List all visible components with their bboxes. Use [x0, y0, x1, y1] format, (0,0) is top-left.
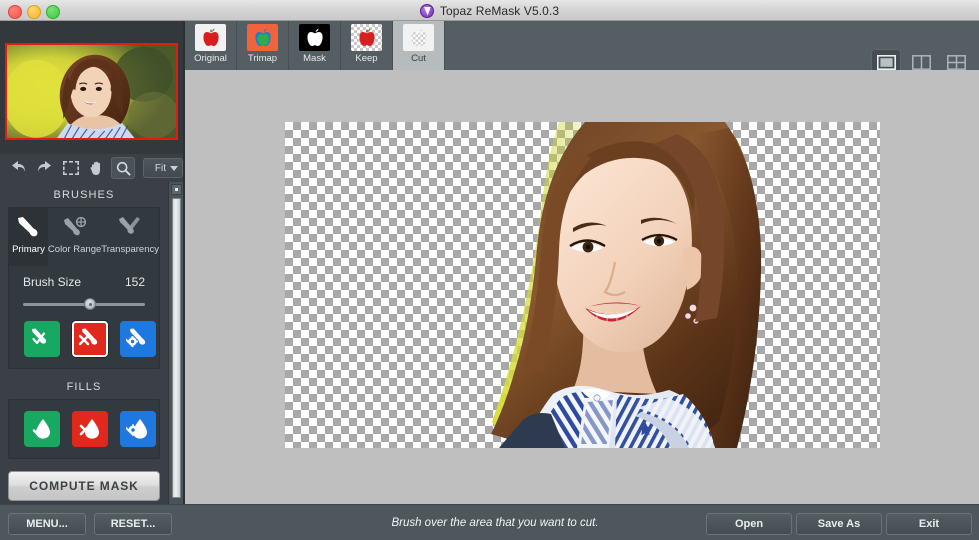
- topaz-remask-window: Topaz ReMask V5.0.3 Fit BRUSHES Primary …: [0, 0, 979, 540]
- menu-button[interactable]: MENU...: [8, 513, 86, 535]
- tab-cut-label: Cut: [411, 53, 426, 64]
- four-pane-icon: [946, 54, 966, 70]
- droplet-x-icon: [79, 419, 99, 439]
- canvas-area[interactable]: [185, 70, 979, 504]
- zoom-level-select[interactable]: Fit: [143, 158, 183, 178]
- left-panel: Fit BRUSHES Primary Color Range Transpar…: [0, 21, 183, 524]
- left-panel-scrollbar-thumb[interactable]: [172, 198, 181, 498]
- compute-brush-button[interactable]: [120, 321, 156, 357]
- keep-fill-button[interactable]: [24, 411, 60, 447]
- topaz-remask-logo-icon: [419, 3, 434, 18]
- redo-arrow-icon[interactable]: [32, 157, 56, 179]
- left-panel-content: BRUSHES Primary Color Range Transparency…: [0, 182, 168, 524]
- brush-mode-transparency-label: Transparency: [101, 244, 159, 255]
- title-wrapper: Topaz ReMask V5.0.3: [0, 0, 979, 21]
- keep-brush-button[interactable]: [24, 321, 60, 357]
- tab-original[interactable]: Original: [185, 21, 237, 70]
- title-bar: Topaz ReMask V5.0.3: [0, 0, 979, 21]
- exit-button[interactable]: Exit: [886, 513, 972, 535]
- two-pane-icon: [911, 54, 931, 70]
- scroll-up-arrow-icon[interactable]: [171, 184, 182, 195]
- undo-arrow-icon[interactable]: [6, 157, 30, 179]
- brush-color-range-icon: [62, 215, 88, 241]
- compute-fill-button[interactable]: [120, 411, 156, 447]
- tab-mask[interactable]: Mask: [289, 21, 341, 70]
- brush-size-slider-handle[interactable]: [84, 298, 97, 310]
- thumbnail-navigator: [0, 21, 183, 154]
- brush-action-row: [9, 310, 159, 368]
- brush-size-value: 152: [124, 275, 145, 289]
- tab-keep-label: Keep: [355, 53, 378, 64]
- brush-mode-primary[interactable]: Primary: [9, 208, 48, 266]
- fill-action-row: [9, 400, 159, 458]
- zoom-level-value: Fit: [154, 162, 166, 174]
- left-panel-scroll-area: BRUSHES Primary Color Range Transparency…: [0, 182, 183, 524]
- open-button[interactable]: Open: [706, 513, 792, 535]
- hand-icon[interactable]: [85, 157, 109, 179]
- magnifier-icon[interactable]: [111, 157, 136, 179]
- cutout-image: [491, 122, 762, 448]
- apple-trimap-icon: [247, 24, 278, 51]
- image-viewport[interactable]: [285, 122, 880, 448]
- apple-cut-icon: [403, 24, 434, 51]
- window-title: Topaz ReMask V5.0.3: [439, 3, 560, 18]
- brush-transparency-icon: [117, 215, 143, 241]
- cut-brush-button[interactable]: [72, 321, 108, 357]
- brushes-section-title: BRUSHES: [53, 189, 115, 201]
- cut-fill-button[interactable]: [72, 411, 108, 447]
- tool-strip: Fit: [0, 154, 183, 182]
- fills-section-title: FILLS: [66, 381, 102, 393]
- thumbnail-image: [7, 45, 176, 138]
- status-message: Brush over the area that you want to cut…: [391, 517, 599, 529]
- reset-button[interactable]: RESET...: [94, 513, 172, 535]
- brushes-panel: Primary Color Range Transparency Brush S…: [8, 207, 160, 369]
- brush-gear-icon: [126, 328, 146, 348]
- tab-original-label: Original: [194, 53, 227, 64]
- fills-panel: [8, 399, 160, 459]
- tab-trimap[interactable]: Trimap: [237, 21, 289, 70]
- save-as-button[interactable]: Save As: [796, 513, 882, 535]
- brush-check-icon: [32, 328, 47, 345]
- brush-size-slider[interactable]: [23, 298, 145, 310]
- tab-mask-label: Mask: [303, 53, 326, 64]
- bottom-bar: MENU... RESET... Brush over the area tha…: [0, 504, 979, 540]
- apple-original-icon: [195, 24, 226, 51]
- brush-mode-color-range[interactable]: Color Range: [48, 208, 101, 266]
- brush-mode-transparency[interactable]: Transparency: [101, 208, 159, 266]
- brush-primary-icon: [15, 215, 41, 241]
- left-panel-scrollbar[interactable]: [168, 182, 183, 524]
- brush-x-icon: [78, 328, 98, 346]
- tab-trimap-label: Trimap: [247, 53, 278, 64]
- droplet-check-icon: [32, 419, 50, 439]
- brush-size-row: Brush Size 152: [9, 266, 159, 289]
- marquee-select-icon[interactable]: [59, 157, 83, 179]
- brush-mode-tabs: Primary Color Range Transparency: [9, 208, 159, 266]
- brush-mode-primary-label: Primary: [12, 244, 45, 255]
- brush-mode-color-range-label: Color Range: [47, 244, 102, 255]
- droplet-gear-icon: [126, 419, 147, 439]
- brush-size-label: Brush Size: [23, 275, 82, 289]
- single-pane-icon: [876, 54, 896, 70]
- chevron-down-icon: [169, 165, 178, 171]
- view-tabs: Original Trimap Mask Keep Cut: [185, 21, 979, 70]
- thumbnail-preview[interactable]: [5, 43, 178, 140]
- view-tab-bar: Original Trimap Mask Keep Cut: [185, 21, 979, 75]
- tab-keep[interactable]: Keep: [341, 21, 393, 70]
- tab-cut[interactable]: Cut: [393, 21, 445, 70]
- compute-mask-button[interactable]: COMPUTE MASK: [8, 471, 160, 501]
- apple-keep-icon: [351, 24, 382, 51]
- apple-mask-icon: [299, 24, 330, 51]
